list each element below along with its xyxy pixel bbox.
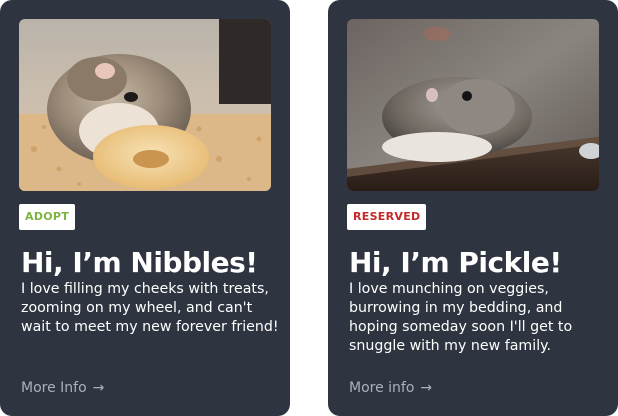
arrow-right-icon: → — [420, 380, 433, 396]
hamster-on-table-photo — [347, 19, 599, 191]
more-info-link[interactable]: More info → — [349, 377, 432, 399]
pet-cards-grid: ADOPT Hi, I’m Nibbles! I love filling my… — [0, 0, 618, 416]
hamster-eating-photo — [19, 19, 271, 191]
more-info-link[interactable]: More Info → — [21, 377, 104, 399]
pet-card-nibbles: ADOPT Hi, I’m Nibbles! I love filling my… — [0, 0, 290, 416]
hamster-photo-graphic — [19, 19, 271, 191]
pet-title: Hi, I’m Nibbles! — [21, 246, 258, 279]
pet-title: Hi, I’m Pickle! — [349, 246, 562, 279]
arrow-right-icon: → — [92, 380, 105, 396]
pet-description: I love munching on veggies, burrowing in… — [349, 281, 573, 354]
pet-card-pickle: RESERVED Hi, I’m Pickle! I love munching… — [328, 0, 618, 416]
pet-description: I love filling my cheeks with treats, zo… — [21, 281, 279, 335]
hamster-photo-graphic — [347, 19, 599, 191]
more-info-label: More info — [349, 380, 415, 396]
reserved-badge: RESERVED — [347, 204, 427, 230]
adopt-badge: ADOPT — [19, 204, 76, 230]
more-info-label: More Info — [21, 380, 87, 396]
